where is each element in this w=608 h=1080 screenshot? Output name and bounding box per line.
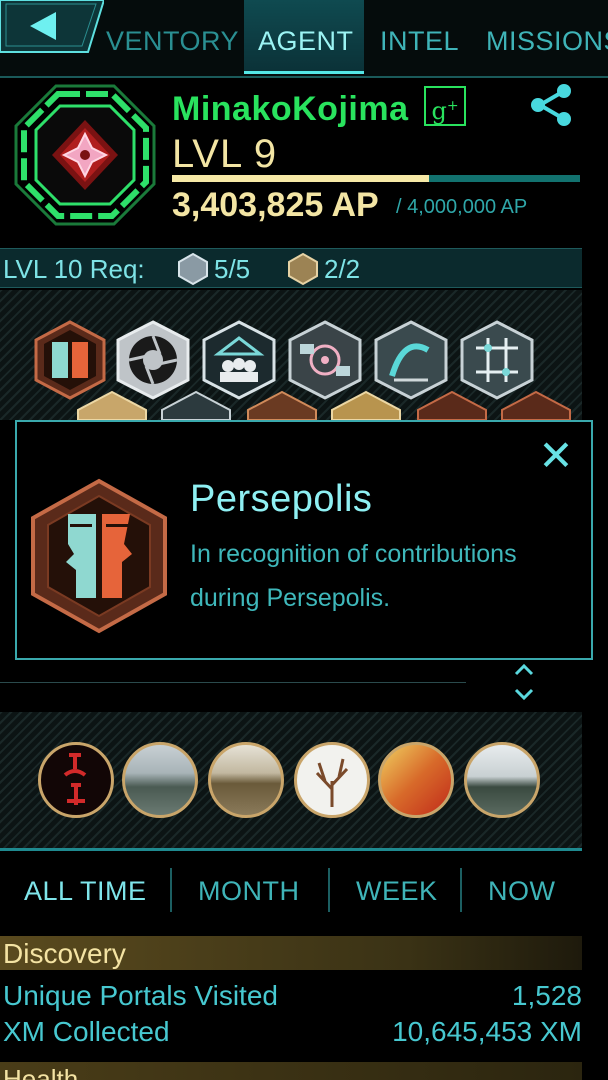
ap-progress-fill: [172, 175, 430, 182]
seer-medal-icon[interactable]: [202, 320, 276, 400]
tab-separator: [170, 868, 172, 912]
back-button[interactable]: [0, 0, 104, 58]
bare-tree-avatar[interactable]: [294, 742, 370, 818]
medal-row2-6-icon: [501, 390, 571, 420]
tab-intel[interactable]: INTEL: [380, 18, 459, 64]
google-plus-button[interactable]: g+: [424, 86, 466, 126]
mind-controller-medal-icon[interactable]: [460, 320, 534, 400]
calligraphy-banner-avatar[interactable]: [378, 742, 454, 818]
discovery-label: Discovery: [3, 938, 126, 969]
lake-avatar[interactable]: [464, 742, 540, 818]
health-section-header: [0, 1062, 582, 1080]
calligraphy-avatar[interactable]: [38, 742, 114, 818]
popup-description: In recognition of contributions during P…: [190, 540, 517, 612]
tab-inventory[interactable]: VENTORY: [106, 18, 239, 64]
stat-label: XM Collected: [3, 1016, 170, 1047]
stat-value: 10,645,453 XM: [392, 1016, 582, 1047]
medal-row2-1-icon: [77, 390, 147, 420]
medal-row2-5-icon: [417, 390, 487, 420]
gold-requirement: 2/2: [324, 254, 361, 284]
translator-medal-icon[interactable]: [116, 320, 190, 400]
tab-separator: [460, 868, 462, 912]
tab-now[interactable]: NOW: [488, 876, 555, 907]
close-icon[interactable]: ✕: [538, 435, 574, 477]
ap-max: / 4,000,000 AP: [396, 196, 528, 218]
health-label: Health: [3, 1064, 79, 1080]
silver-badge-icon: [178, 252, 208, 286]
gold-badge-icon: [288, 252, 318, 286]
stat-value: 1,528: [511, 980, 582, 1011]
expand-collapse-icon[interactable]: [510, 660, 538, 704]
river-avatar[interactable]: [122, 742, 198, 818]
agent-name: MinakoKojima: [172, 90, 409, 128]
connector-medal-icon[interactable]: [288, 320, 362, 400]
share-icon[interactable]: [528, 82, 574, 128]
avatar-divider: [0, 848, 582, 851]
stat-label: Unique Portals Visited: [3, 980, 278, 1011]
agent-level: LVL 9: [172, 132, 278, 176]
tab-agent[interactable]: AGENT: [258, 18, 354, 64]
tab-missions[interactable]: MISSIONS: [486, 18, 608, 64]
ap-progress-bar: [172, 175, 580, 182]
ap-value: 3,403,825 AP: [172, 186, 379, 224]
tab-all-time[interactable]: ALL TIME: [24, 876, 147, 907]
tab-week[interactable]: WEEK: [356, 876, 438, 907]
tab-separator: [328, 868, 330, 912]
persepolis-medal-icon[interactable]: [34, 320, 106, 400]
level-badge-icon: [14, 84, 156, 226]
medal-row2-4-icon: [331, 390, 401, 420]
recharger-medal-icon[interactable]: [374, 320, 448, 400]
popup-title: Persepolis: [190, 478, 373, 520]
medal-row2-2-icon: [161, 390, 231, 420]
bronze-cauldron-avatar[interactable]: [208, 742, 284, 818]
tab-month[interactable]: MONTH: [198, 876, 299, 907]
medals-grid: [0, 290, 582, 420]
silver-requirement: 5/5: [214, 254, 251, 284]
persepolis-medal-large-icon: [31, 478, 167, 634]
section-divider: [0, 682, 466, 683]
medal-row2-3-icon: [247, 390, 317, 420]
requirement-label: LVL 10 Req:: [3, 254, 145, 284]
